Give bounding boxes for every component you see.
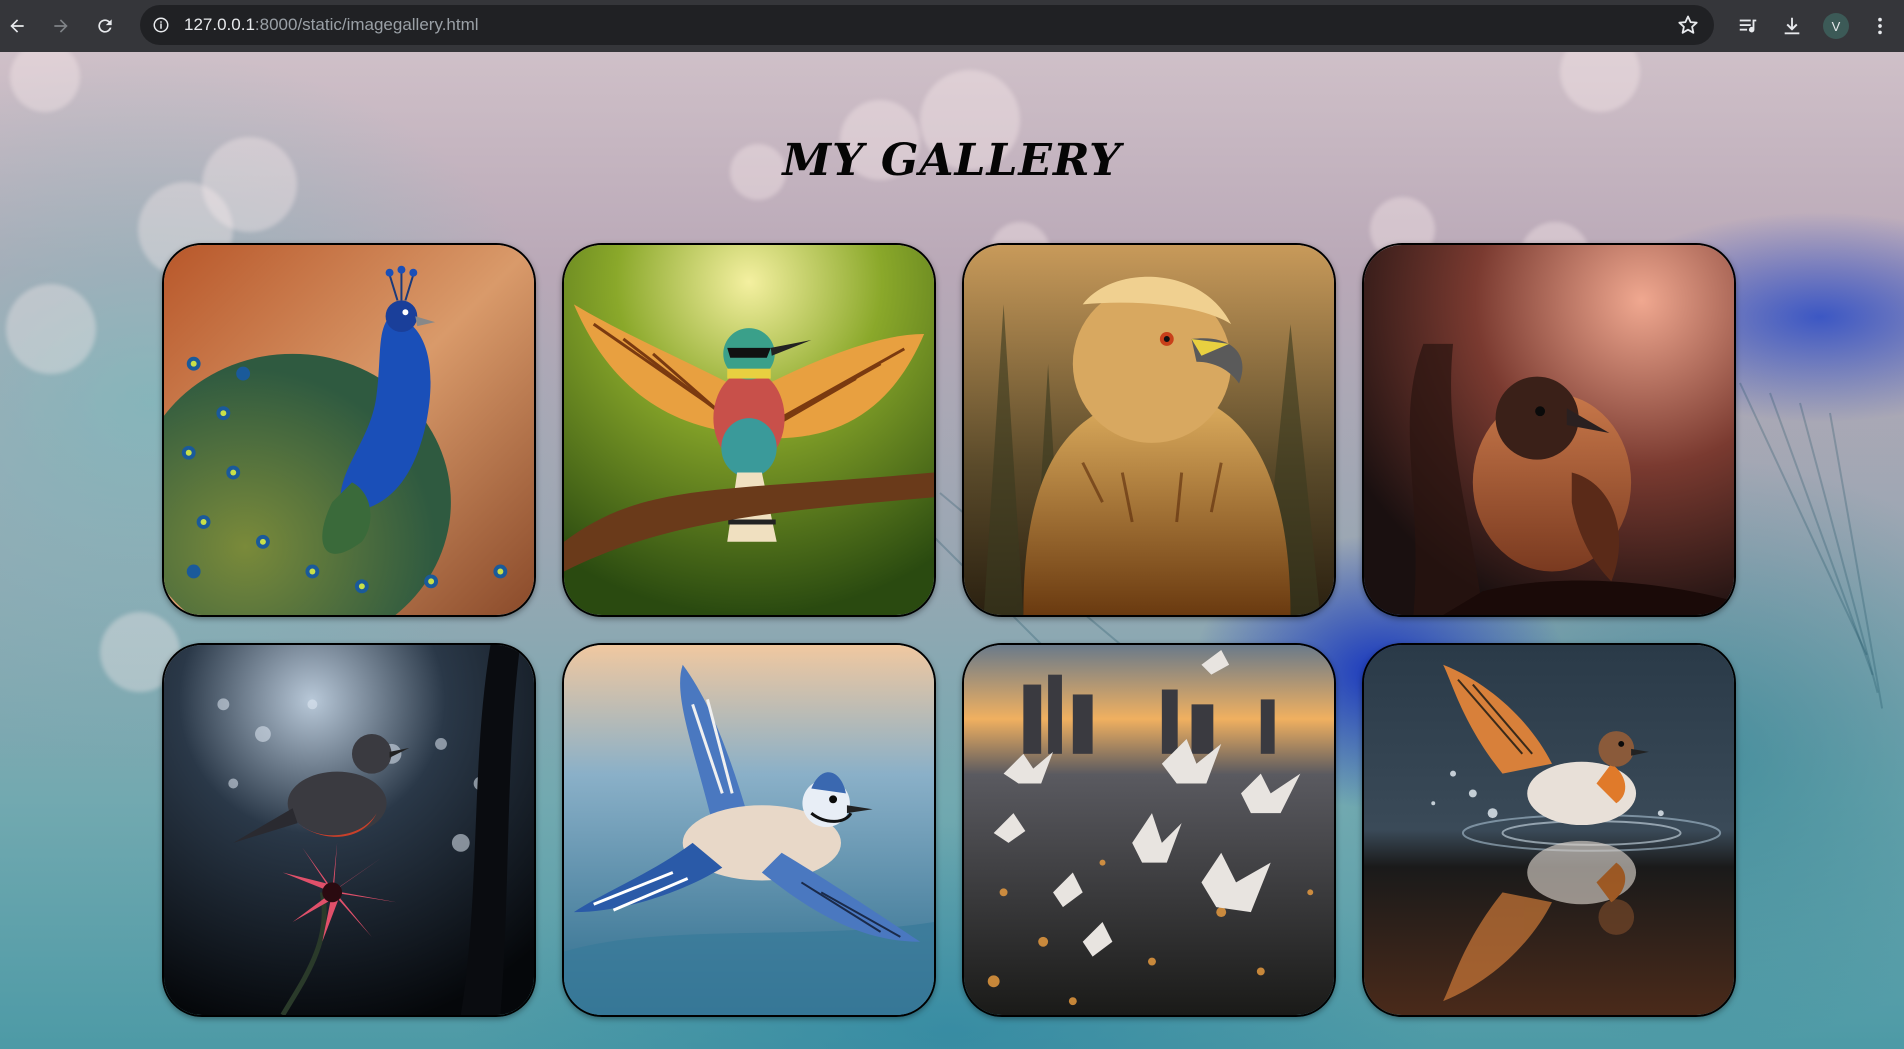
eagle-image[interactable] xyxy=(962,243,1336,617)
page-viewport: MY GALLERY xyxy=(0,52,1904,1049)
doves-city-image[interactable] xyxy=(962,643,1336,1017)
robin-flower-illustration xyxy=(164,645,534,1015)
doves-city-illustration xyxy=(964,645,1334,1015)
profile-initial: V xyxy=(1823,13,1849,39)
profile-avatar[interactable]: V xyxy=(1818,8,1854,44)
bird-water-image[interactable] xyxy=(1362,643,1736,1017)
feather-decoration xyxy=(1799,402,1879,694)
page-title: MY GALLERY xyxy=(782,135,1122,186)
arrow-right-icon xyxy=(54,19,68,33)
feather-decoration xyxy=(1829,412,1884,709)
eagle-illustration xyxy=(964,245,1334,615)
arrow-left-icon xyxy=(10,19,24,33)
bee-eater-image[interactable] xyxy=(562,243,936,617)
url-host: 127.0.0.1 xyxy=(184,15,255,34)
robin-flower-image[interactable] xyxy=(162,643,536,1017)
address-bar[interactable]: 127.0.0.1:8000/static/imagegallery.html xyxy=(140,5,1714,45)
reload-icon xyxy=(98,19,112,33)
bokeh-decoration xyxy=(1560,52,1640,112)
bookmark-star-icon[interactable] xyxy=(1676,13,1700,37)
bokeh-decoration xyxy=(10,52,80,112)
peacock-image[interactable] xyxy=(162,243,536,617)
bird-water-illustration xyxy=(1364,645,1734,1015)
forward-button[interactable] xyxy=(46,11,76,41)
download-icon[interactable] xyxy=(1774,8,1810,44)
small-bird-illustration xyxy=(1364,245,1734,615)
image-grid xyxy=(162,243,1736,1017)
browser-toolbar: 127.0.0.1:8000/static/imagegallery.html … xyxy=(0,0,1904,52)
blue-jay-image[interactable] xyxy=(562,643,936,1017)
url-text[interactable]: 127.0.0.1:8000/static/imagegallery.html xyxy=(184,15,479,35)
bokeh-decoration xyxy=(6,284,96,374)
peacock-illustration xyxy=(164,245,534,615)
back-button[interactable] xyxy=(2,11,32,41)
site-info-icon[interactable] xyxy=(146,10,176,40)
bee-eater-illustration xyxy=(564,245,934,615)
small-bird-image[interactable] xyxy=(1362,243,1736,617)
url-path: :8000/static/imagegallery.html xyxy=(254,15,479,34)
feather-decoration xyxy=(1769,392,1874,676)
blue-jay-illustration xyxy=(564,645,934,1015)
reload-button[interactable] xyxy=(90,11,120,41)
reading-list-icon[interactable] xyxy=(1730,8,1766,44)
more-menu-icon[interactable] xyxy=(1862,8,1898,44)
